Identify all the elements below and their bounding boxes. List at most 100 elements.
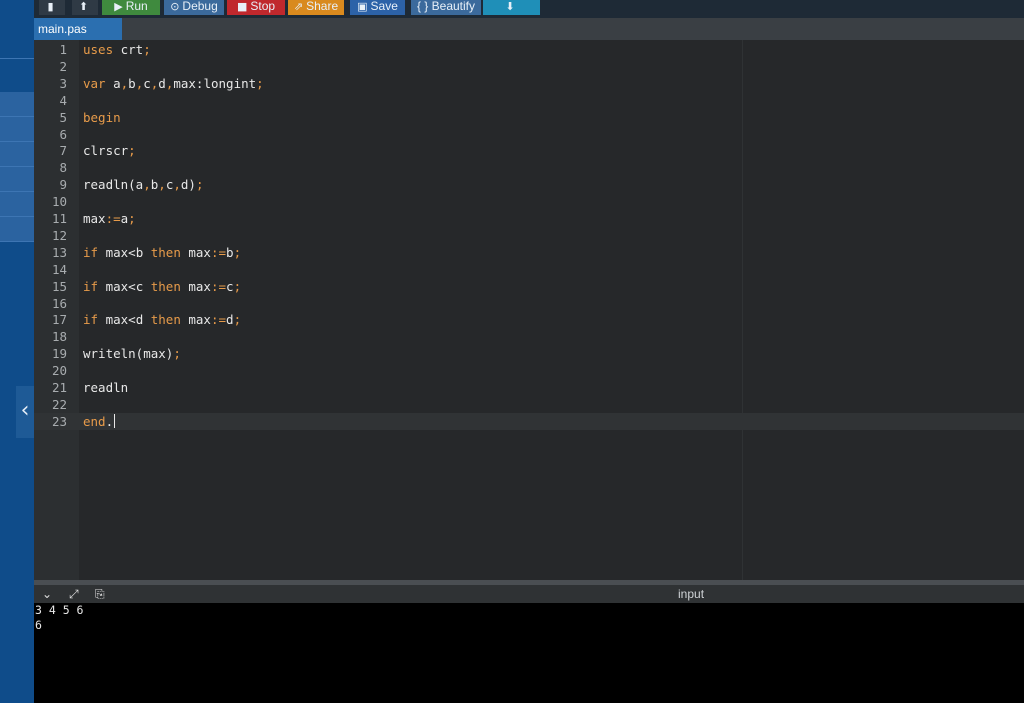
code-line[interactable]: 16 (34, 295, 1024, 312)
save-icon: ▣ (357, 0, 368, 13)
line-number: 14 (51, 261, 67, 277)
toolbar-button-label: Debug (182, 0, 218, 13)
code-line[interactable]: 6 (34, 126, 1024, 143)
output-toolbar: ⌄ ⤢ ⎘ input (34, 585, 1024, 603)
code-line[interactable]: 15 if max<c then max:=c; (34, 278, 1024, 295)
line-number: 2 (59, 58, 67, 74)
sidebar-item[interactable] (0, 117, 34, 142)
toolbar: ▮ ⬆ ▶ Run ⊙ Debug ■ Stop ⇗ Share ▣ Save { } Beautify… (34, 0, 1024, 18)
left-sidebar: ‹ (0, 0, 34, 703)
sidebar-item[interactable] (0, 217, 34, 242)
code-token: crt (113, 42, 144, 57)
save-button[interactable]: ▣ Save (350, 0, 405, 15)
clipboard-icon[interactable]: ⎘ (95, 586, 105, 602)
code-token: ; (195, 177, 204, 193)
code-token: if (83, 244, 99, 260)
code-line[interactable]: 12 (34, 227, 1024, 244)
tab-main-pas[interactable]: main.pas (34, 18, 122, 40)
code-editor[interactable]: 1 uses crt; 2 3 var a,b,c,d,max:longint; 4 5 be… (34, 40, 1024, 580)
code-line[interactable]: 18 (34, 328, 1024, 345)
tab-strip: main.pas (34, 18, 1024, 40)
code-line[interactable]: 5 begin (34, 109, 1024, 126)
code-token: := (105, 211, 121, 226)
console-line: 3 4 5 6 (35, 603, 84, 617)
code-token: begin (83, 109, 121, 125)
line-number: 12 (51, 227, 67, 243)
sidebar-item[interactable] (0, 142, 34, 167)
upload-icon: ⬆ (78, 0, 89, 13)
sidebar-item[interactable] (0, 192, 34, 217)
stop-button[interactable]: ■ Stop (227, 0, 285, 15)
line-number: 19 (51, 346, 67, 362)
code-line[interactable]: 2 (34, 58, 1024, 75)
code-token: clrscr (83, 143, 129, 159)
toolbar-button-label: Save (370, 0, 398, 13)
code-token: d (158, 75, 166, 91)
code-text: clrscr; (83, 142, 136, 159)
code-line[interactable]: 3 var a,b,c,d,max:longint; (34, 75, 1024, 92)
code-token: := (210, 312, 227, 328)
toolbar-button-label: { } Beautify (416, 0, 476, 13)
code-token: := (210, 244, 227, 260)
code-line[interactable]: 14 (34, 261, 1024, 278)
code-token: readln(a (83, 177, 144, 193)
code-token: ; (256, 75, 264, 91)
file-button[interactable]: ▮ (39, 0, 65, 15)
code-text: if max<d then max:=d; (83, 311, 241, 328)
code-token: ; (233, 312, 242, 328)
sidebar-item[interactable] (0, 167, 34, 192)
line-number: 18 (51, 329, 67, 345)
expand-icon[interactable]: ⤢ (69, 586, 79, 602)
line-number: 4 (59, 92, 67, 108)
code-token: , (173, 177, 181, 193)
console-output[interactable]: 3 4 5 66 (34, 603, 1024, 703)
code-token: var (83, 75, 106, 91)
code-token: max<c (98, 278, 151, 294)
line-number: 1 (59, 42, 67, 57)
code-line[interactable]: 21 readln (34, 379, 1024, 396)
download-button[interactable]: ⬇ (483, 0, 540, 15)
line-number: 3 (59, 75, 67, 91)
line-number: 10 (51, 194, 67, 210)
download-icon: ⬇ (505, 0, 515, 13)
code-line[interactable]: 1 uses crt; (34, 41, 1024, 58)
code-token: . (105, 413, 114, 429)
code-token: , (158, 177, 166, 193)
code-line[interactable]: 4 (34, 92, 1024, 109)
upload-button[interactable]: ⬆ (72, 0, 98, 15)
code-line[interactable]: 20 (34, 362, 1024, 379)
code-text: max:=a; (83, 210, 136, 227)
beautify-button[interactable]: { } Beautify (411, 0, 481, 15)
sidebar-item[interactable] (0, 92, 34, 117)
share-button[interactable]: ⇗ Share (288, 0, 344, 15)
code-line[interactable]: 10 (34, 193, 1024, 210)
line-number: 6 (59, 126, 67, 142)
code-text: uses crt; (83, 41, 151, 58)
code-line[interactable]: 8 (34, 159, 1024, 176)
code-token: max:longint (173, 75, 257, 91)
code-line[interactable]: 7 clrscr; (34, 142, 1024, 159)
code-line[interactable]: 22 (34, 396, 1024, 413)
line-number: 20 (51, 363, 67, 379)
sidebar-file-list[interactable] (0, 92, 34, 242)
code-line[interactable]: 23 end. (34, 412, 1024, 430)
line-number: 22 (51, 396, 67, 412)
code-line[interactable]: 19 writeln(max); (34, 345, 1024, 362)
code-line[interactable]: 13 if max<b then max:=b; (34, 244, 1024, 261)
chevron-down-icon[interactable]: ⌄ (42, 586, 52, 602)
code-token: then (150, 278, 181, 294)
run-button[interactable]: ▶ Run (102, 0, 160, 15)
code-token: b (226, 244, 234, 260)
code-token: d) (180, 177, 196, 193)
line-number: 21 (51, 380, 67, 395)
code-line[interactable]: 11 max:=a; (34, 210, 1024, 227)
code-token: b (128, 75, 136, 91)
debug-button[interactable]: ⊙ Debug (164, 0, 224, 15)
code-line[interactable]: 17 if max<d then max:=d; (34, 311, 1024, 328)
code-token: c (226, 278, 234, 294)
code-line[interactable]: 9 readln(a,b,c,d); (34, 176, 1024, 193)
line-number: 15 (51, 278, 67, 294)
collapse-sidebar-button[interactable]: ‹ (16, 386, 34, 438)
code-token: max (180, 244, 211, 260)
code-token: max<d (98, 312, 151, 328)
